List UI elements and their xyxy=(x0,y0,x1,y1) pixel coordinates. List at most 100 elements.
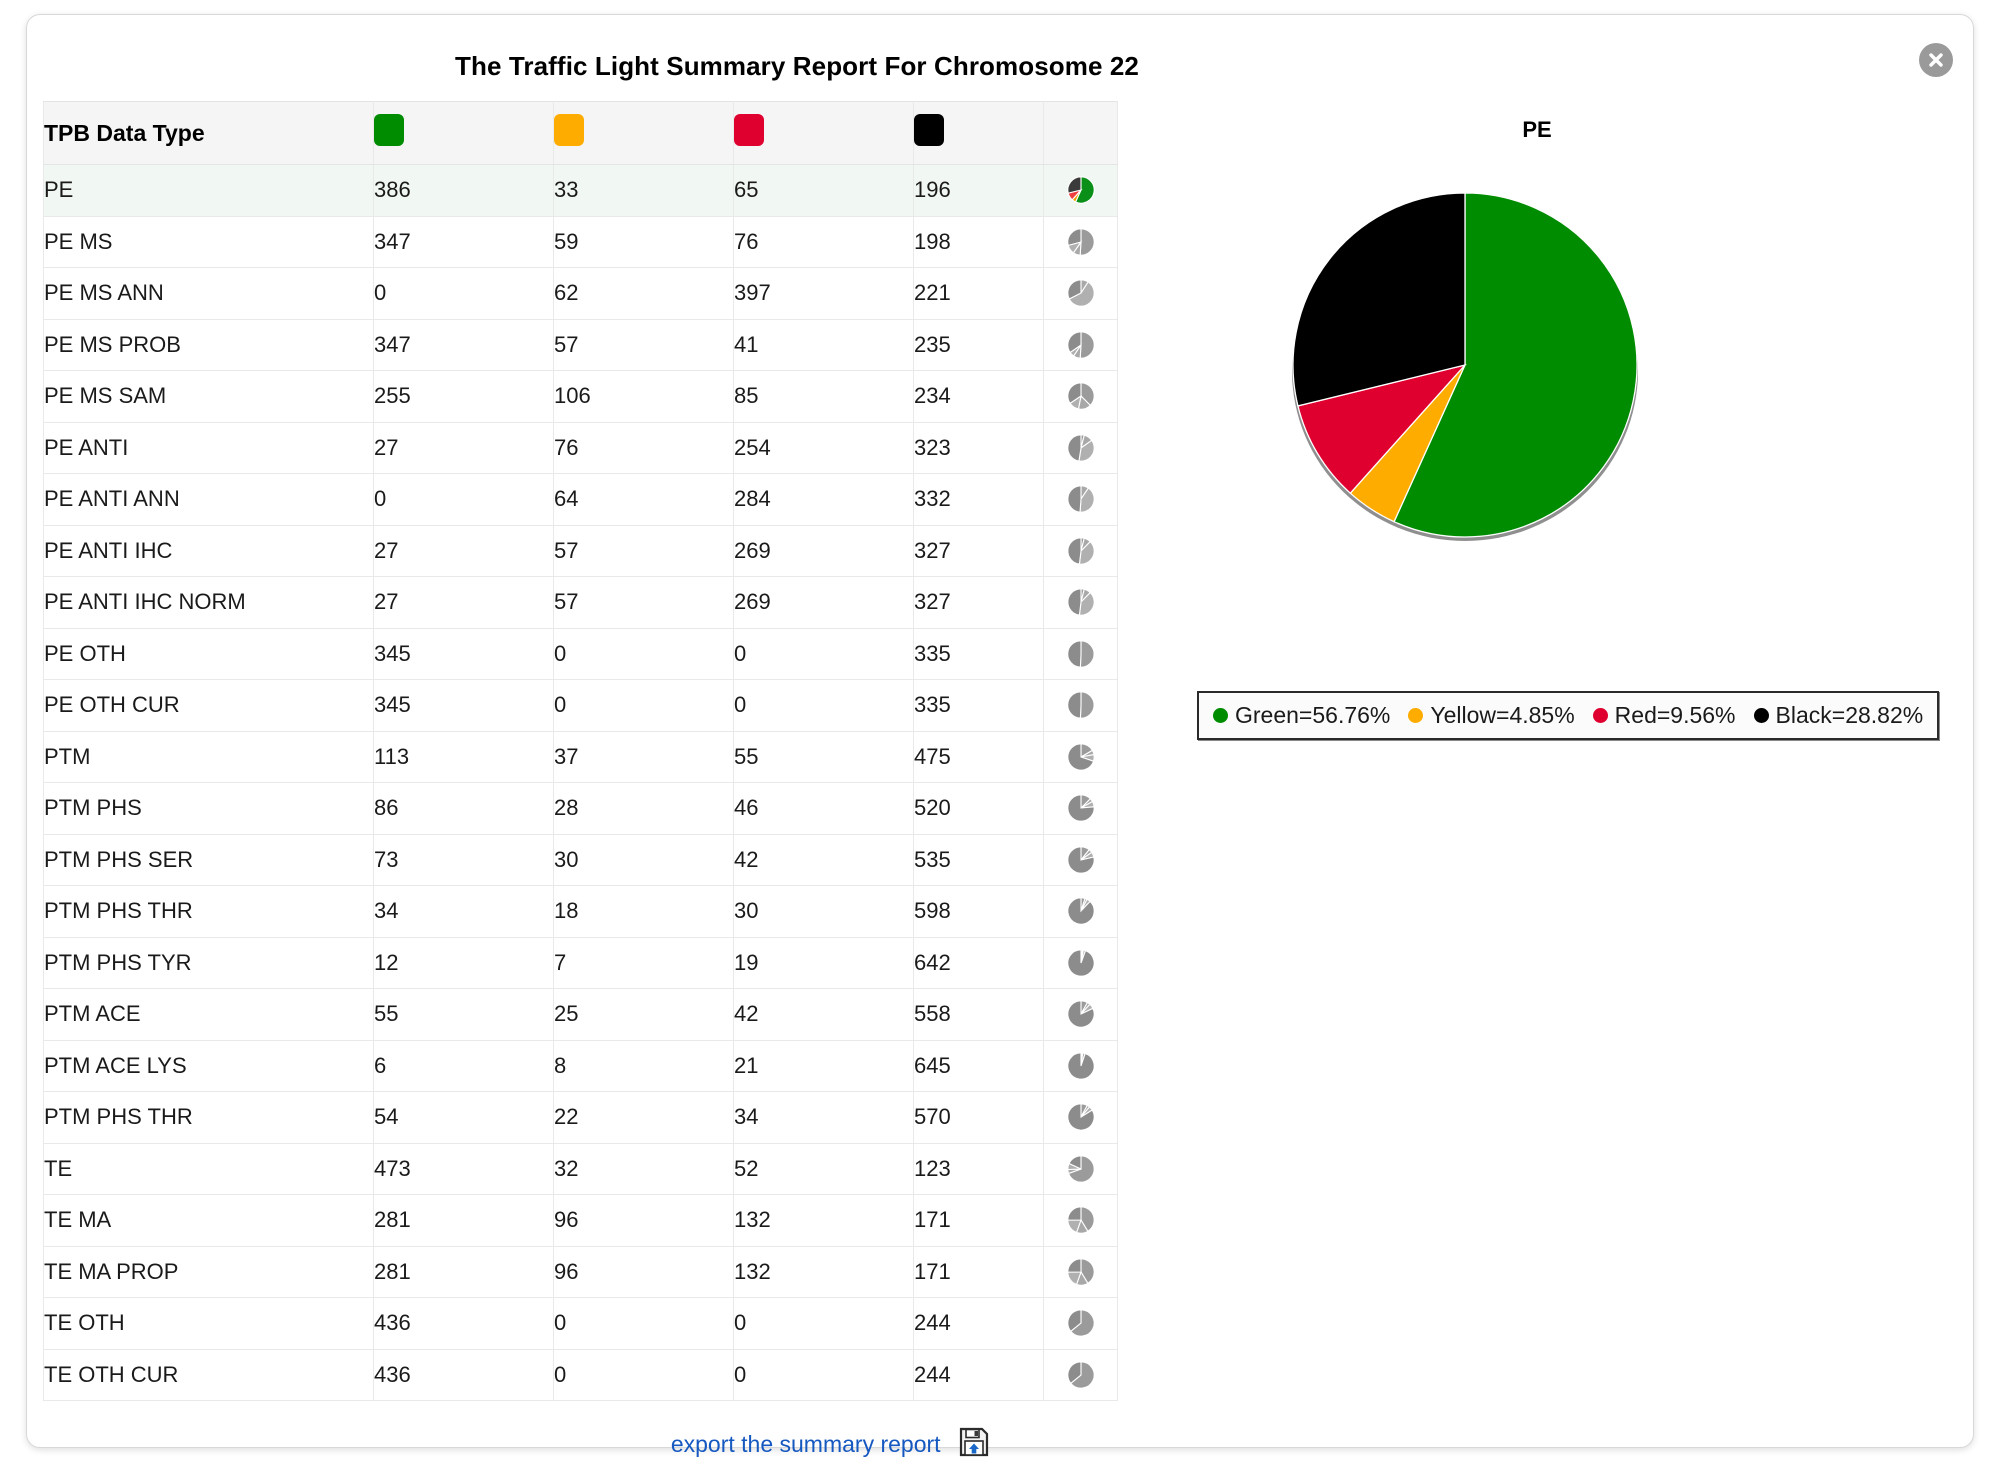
row-pie-chart-icon[interactable] xyxy=(1043,1142,1118,1195)
table-row[interactable]: PE ANTI 27 76 254 323 xyxy=(43,421,1118,474)
cell-yellow: 64 xyxy=(553,473,734,526)
row-pie-chart-icon[interactable] xyxy=(1043,1297,1118,1350)
mini-pie-icon[interactable] xyxy=(1066,845,1096,875)
row-pie-chart-icon[interactable] xyxy=(1043,1245,1118,1298)
cell-red: 30 xyxy=(733,885,914,938)
table-row[interactable]: PE OTH 345 0 0 335 xyxy=(43,627,1118,680)
row-pie-chart-icon[interactable] xyxy=(1043,730,1118,783)
row-label: PE ANTI ANN xyxy=(43,473,374,526)
mini-pie-icon[interactable] xyxy=(1066,175,1096,205)
row-pie-chart-icon[interactable] xyxy=(1043,1348,1118,1401)
row-label: TE xyxy=(43,1142,374,1195)
table-row[interactable]: PTM PHS 86 28 46 520 xyxy=(43,782,1118,835)
row-pie-chart-icon[interactable] xyxy=(1043,627,1118,680)
row-pie-chart-icon[interactable] xyxy=(1043,473,1118,526)
row-label: TE MA xyxy=(43,1194,374,1247)
legend-dot-green-icon xyxy=(1213,708,1228,723)
table-row[interactable]: PE OTH CUR 345 0 0 335 xyxy=(43,679,1118,732)
row-pie-chart-icon[interactable] xyxy=(1043,833,1118,886)
mini-pie-icon[interactable] xyxy=(1066,742,1096,772)
pie-chart-svg xyxy=(1292,192,1638,541)
mini-pie-icon[interactable] xyxy=(1066,330,1096,360)
mini-pie-icon[interactable] xyxy=(1066,587,1096,617)
cell-red: 42 xyxy=(733,833,914,886)
row-pie-chart-icon[interactable] xyxy=(1043,524,1118,577)
mini-pie-icon[interactable] xyxy=(1066,896,1096,926)
cell-black: 244 xyxy=(913,1297,1044,1350)
table-row[interactable]: PTM ACE 55 25 42 558 xyxy=(43,988,1118,1041)
cell-black: 323 xyxy=(913,421,1044,474)
table-row[interactable]: PE MS PROB 347 57 41 235 xyxy=(43,318,1118,371)
cell-green: 73 xyxy=(373,833,554,886)
mini-pie-icon[interactable] xyxy=(1066,1257,1096,1287)
table-row[interactable]: PE 386 33 65 196 xyxy=(43,164,1118,217)
mini-pie-icon[interactable] xyxy=(1066,227,1096,257)
mini-pie-icon[interactable] xyxy=(1066,278,1096,308)
row-pie-chart-icon[interactable] xyxy=(1043,988,1118,1041)
row-pie-chart-icon[interactable] xyxy=(1043,576,1118,629)
mini-pie-icon[interactable] xyxy=(1066,1102,1096,1132)
table-row[interactable]: PTM PHS THR 54 22 34 570 xyxy=(43,1091,1118,1144)
row-label: PTM PHS SER xyxy=(43,833,374,886)
table-row[interactable]: TE MA PROP 281 96 132 171 xyxy=(43,1245,1118,1298)
export-summary-report-link[interactable]: export the summary report xyxy=(671,1431,941,1457)
table-row[interactable]: PE MS SAM 255 106 85 234 xyxy=(43,370,1118,423)
table-row[interactable]: TE 473 32 52 123 xyxy=(43,1142,1118,1195)
mini-pie-icon[interactable] xyxy=(1066,999,1096,1029)
cell-green: 27 xyxy=(373,524,554,577)
mini-pie-icon[interactable] xyxy=(1066,948,1096,978)
mini-pie-icon[interactable] xyxy=(1066,1360,1096,1390)
mini-pie-icon[interactable] xyxy=(1066,1051,1096,1081)
cell-green: 436 xyxy=(373,1348,554,1401)
table-row[interactable]: PE MS 347 59 76 198 xyxy=(43,215,1118,268)
close-icon[interactable] xyxy=(1919,43,1953,77)
legend-dot-black-icon xyxy=(1753,708,1769,723)
table-row[interactable]: PTM PHS THR 34 18 30 598 xyxy=(43,885,1118,938)
row-pie-chart-icon[interactable] xyxy=(1043,1039,1118,1092)
cell-black: 535 xyxy=(913,833,1044,886)
mini-pie-icon[interactable] xyxy=(1066,1308,1096,1338)
row-pie-chart-icon[interactable] xyxy=(1043,164,1118,217)
mini-pie-icon[interactable] xyxy=(1066,1205,1096,1235)
row-pie-chart-icon[interactable] xyxy=(1043,885,1118,938)
cell-red: 284 xyxy=(733,473,914,526)
row-label: PE xyxy=(43,164,374,217)
row-pie-chart-icon[interactable] xyxy=(1043,679,1118,732)
mini-pie-icon[interactable] xyxy=(1066,639,1096,669)
save-export-icon[interactable] xyxy=(959,1427,989,1462)
row-pie-chart-icon[interactable] xyxy=(1043,318,1118,371)
table-row[interactable]: PE ANTI ANN 0 64 284 332 xyxy=(43,473,1118,526)
table-row[interactable]: TE OTH CUR 436 0 0 244 xyxy=(43,1348,1118,1401)
mini-pie-icon[interactable] xyxy=(1066,793,1096,823)
row-label: PE MS xyxy=(43,215,374,268)
mini-pie-icon[interactable] xyxy=(1066,484,1096,514)
row-pie-chart-icon[interactable] xyxy=(1043,421,1118,474)
table-row[interactable]: PTM PHS TYR 12 7 19 642 xyxy=(43,936,1118,989)
mini-pie-icon[interactable] xyxy=(1066,690,1096,720)
cell-yellow: 57 xyxy=(553,318,734,371)
row-pie-chart-icon[interactable] xyxy=(1043,1091,1118,1144)
table-row[interactable]: TE MA 281 96 132 171 xyxy=(43,1194,1118,1247)
table-row[interactable]: TE OTH 436 0 0 244 xyxy=(43,1297,1118,1350)
green-swatch-icon xyxy=(374,114,404,146)
table-row[interactable]: PE ANTI IHC NORM 27 57 269 327 xyxy=(43,576,1118,629)
row-pie-chart-icon[interactable] xyxy=(1043,936,1118,989)
row-pie-chart-icon[interactable] xyxy=(1043,267,1118,320)
table-row[interactable]: PE MS ANN 0 62 397 221 xyxy=(43,267,1118,320)
mini-pie-icon[interactable] xyxy=(1066,381,1096,411)
mini-pie-icon[interactable] xyxy=(1066,1154,1096,1184)
row-pie-chart-icon[interactable] xyxy=(1043,1194,1118,1247)
table-row[interactable]: PTM 113 37 55 475 xyxy=(43,730,1118,783)
row-pie-chart-icon[interactable] xyxy=(1043,370,1118,423)
table-row[interactable]: PTM ACE LYS 6 8 21 645 xyxy=(43,1039,1118,1092)
mini-pie-icon[interactable] xyxy=(1066,433,1096,463)
mini-pie-icon[interactable] xyxy=(1066,536,1096,566)
table-row[interactable]: PTM PHS SER 73 30 42 535 xyxy=(43,833,1118,886)
cell-red: 397 xyxy=(733,267,914,320)
cell-black: 327 xyxy=(913,576,1044,629)
table-row[interactable]: PE ANTI IHC 27 57 269 327 xyxy=(43,524,1118,577)
row-pie-chart-icon[interactable] xyxy=(1043,782,1118,835)
row-pie-chart-icon[interactable] xyxy=(1043,215,1118,268)
cell-yellow: 7 xyxy=(553,936,734,989)
column-header-red xyxy=(733,101,914,165)
